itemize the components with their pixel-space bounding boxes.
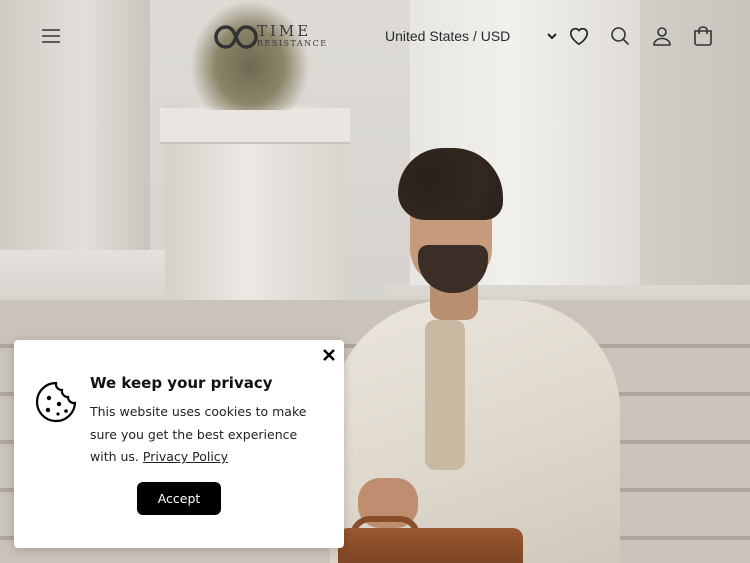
logo-wordmark: TIME [257, 22, 312, 40]
logo-subtitle: RESISTANCE [257, 39, 328, 48]
hamburger-menu-icon [42, 29, 60, 43]
privacy-policy-link[interactable]: Privacy Policy [143, 449, 228, 464]
accept-cookies-button[interactable]: Accept [137, 482, 221, 515]
cart-button[interactable] [689, 22, 717, 50]
pedestal-top [160, 108, 350, 144]
user-icon [653, 27, 671, 46]
cookie-consent-popup: We keep your privacy This website uses c… [14, 340, 344, 548]
menu-button[interactable] [37, 22, 65, 50]
infinity-logo-icon [214, 25, 258, 49]
search-button[interactable] [606, 22, 634, 50]
cookie-close-button[interactable] [320, 346, 338, 364]
cookie-popup-body: This website uses cookies to make sure y… [90, 401, 326, 469]
wishlist-button[interactable] [565, 22, 593, 50]
site-logo[interactable]: TIME RESISTANCE [202, 20, 332, 54]
cookie-popup-title: We keep your privacy [90, 374, 273, 392]
country-currency-value: United States / USD [385, 28, 511, 44]
close-icon [323, 349, 335, 361]
model-tshirt [425, 320, 465, 470]
search-icon [611, 27, 630, 46]
heart-icon [569, 27, 589, 46]
country-currency-selector[interactable]: United States / USD [385, 25, 557, 47]
leather-bag [338, 528, 523, 563]
site-header: TIME RESISTANCE United States / USD [0, 0, 750, 72]
cookie-icon [35, 381, 77, 423]
chevron-down-icon [547, 33, 557, 40]
account-button[interactable] [648, 22, 676, 50]
shopping-bag-icon [694, 26, 712, 46]
